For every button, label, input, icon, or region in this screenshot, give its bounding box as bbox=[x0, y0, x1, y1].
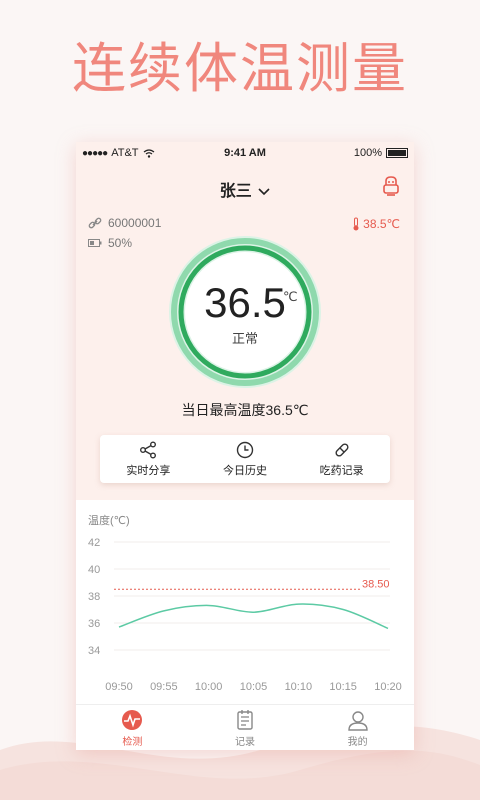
x-tick-label: 09:50 bbox=[105, 681, 133, 693]
daily-max-temperature: 当日最高温度36.5℃ bbox=[181, 402, 309, 418]
tab-profile-label: 我的 bbox=[347, 736, 368, 748]
link-icon bbox=[88, 217, 102, 229]
y-tick-label: 38 bbox=[88, 591, 100, 603]
alert-temp: 38.5℃ bbox=[363, 217, 400, 231]
y-tick-label: 40 bbox=[88, 564, 100, 576]
share-icon bbox=[140, 441, 157, 458]
status-bar: ●●●●● AT&T 9:41 AM 100% bbox=[76, 142, 414, 164]
temperature-status: 正常 bbox=[231, 331, 258, 346]
tab-records[interactable]: 记录 bbox=[189, 705, 302, 750]
clock-icon bbox=[236, 441, 254, 458]
threshold-label: 38.50 bbox=[362, 578, 390, 590]
device-id-row: 60000001 bbox=[88, 216, 161, 230]
x-tick-label: 10:15 bbox=[329, 681, 357, 693]
battery-level-icon bbox=[88, 239, 102, 247]
today-history-label: 今日历史 bbox=[223, 464, 267, 477]
tab-monitor[interactable]: 检测 bbox=[76, 705, 189, 750]
tab-profile[interactable]: 我的 bbox=[301, 705, 414, 750]
user-name: 张三 bbox=[219, 183, 252, 200]
document-icon bbox=[237, 709, 253, 730]
y-tick-label: 36 bbox=[88, 618, 100, 630]
chart-plot: 42 40 38 36 34 09:50 09:55 10:00 10:05 10:10 10:15… bbox=[88, 537, 402, 693]
headline: 连续体温测量 bbox=[72, 37, 408, 100]
pill-icon bbox=[335, 442, 349, 457]
x-tick-label: 10:05 bbox=[240, 681, 268, 693]
action-bar: 实时分享 今日历史 吃药记录 bbox=[100, 435, 390, 483]
temperature-series-line bbox=[118, 603, 389, 630]
chart-y-axis-label: 温度(℃) bbox=[88, 515, 130, 527]
tab-monitor-label: 检测 bbox=[122, 736, 143, 748]
chevron-down-icon bbox=[258, 188, 270, 196]
medication-record-label: 吃药记录 bbox=[319, 464, 364, 477]
user-icon bbox=[347, 710, 368, 731]
x-tick-label: 10:10 bbox=[285, 681, 313, 693]
user-selector[interactable]: 张三 bbox=[76, 177, 414, 201]
x-tick-label: 10:00 bbox=[195, 681, 223, 693]
medication-record-button[interactable]: 吃药记录 bbox=[293, 435, 390, 483]
temperature-value: 36.5 bbox=[204, 279, 286, 326]
thermometer-icon bbox=[353, 217, 359, 231]
phone-screen: ●●●●● AT&T 9:41 AM 100% 张三 60000001 50% … bbox=[76, 142, 414, 750]
battery-icon bbox=[386, 148, 408, 158]
battery-percent: 100% bbox=[353, 147, 382, 159]
x-tick-label: 09:55 bbox=[150, 681, 178, 693]
x-tick-label: 10:20 bbox=[374, 681, 402, 693]
bottom-tab-bar: 检测 记录 我的 bbox=[76, 704, 414, 750]
share-button[interactable]: 实时分享 bbox=[100, 435, 197, 483]
device-battery: 50% bbox=[108, 236, 133, 250]
temperature-chart: 温度(℃) 42 40 38 36 34 09:50 09:55 10:00 10:05 10:1… bbox=[76, 500, 414, 700]
today-history-button[interactable]: 今日历史 bbox=[197, 435, 294, 483]
device-id: 60000001 bbox=[108, 216, 162, 230]
temperature-unit: ℃ bbox=[283, 289, 298, 304]
y-tick-label: 34 bbox=[88, 645, 100, 657]
alert-threshold[interactable]: 38.5℃ bbox=[352, 217, 400, 231]
y-tick-label: 42 bbox=[88, 537, 100, 549]
tab-records-label: 记录 bbox=[235, 736, 255, 748]
share-label: 实时分享 bbox=[126, 464, 171, 477]
profile-switch-icon[interactable] bbox=[380, 175, 402, 197]
pulse-icon bbox=[122, 709, 143, 730]
device-battery-row: 50% bbox=[88, 236, 132, 250]
